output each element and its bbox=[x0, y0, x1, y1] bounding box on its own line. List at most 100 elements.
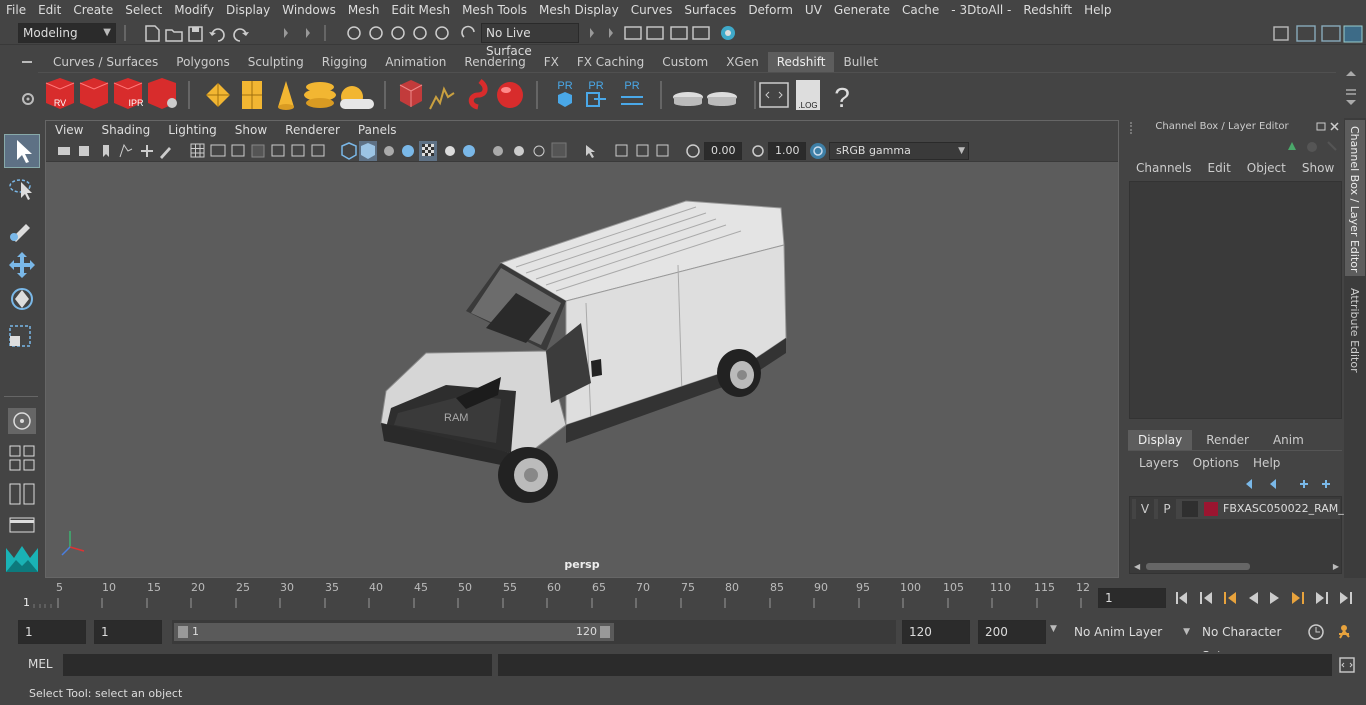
menu-edit[interactable]: Edit bbox=[32, 0, 67, 20]
tab-rigging[interactable]: Rigging bbox=[313, 52, 376, 72]
animation-preferences-icon[interactable] bbox=[1339, 625, 1350, 639]
wireframe-on-shaded-icon[interactable] bbox=[384, 146, 394, 156]
snap-point-icon[interactable] bbox=[391, 26, 405, 40]
volume-icon[interactable] bbox=[429, 86, 455, 110]
layer-menu-options[interactable]: Options bbox=[1193, 456, 1253, 470]
time-slider[interactable]: 5 10 15 20 25 30 35 40 45 50 55 60 65 70… bbox=[18, 580, 1092, 612]
layer-menu-layers[interactable]: Layers bbox=[1139, 456, 1193, 470]
render-frame-icon[interactable] bbox=[624, 26, 642, 40]
auto-key-icon[interactable] bbox=[1308, 624, 1324, 640]
tab-render[interactable]: Render bbox=[1192, 430, 1263, 450]
tab-attribute-editor-vertical[interactable]: Attribute Editor bbox=[1345, 282, 1365, 382]
safe-action-icon[interactable] bbox=[291, 144, 305, 157]
paint-select-icon[interactable] bbox=[10, 224, 30, 242]
outliner-layout-icon[interactable] bbox=[9, 483, 35, 505]
exposure-icon[interactable] bbox=[686, 144, 700, 158]
menu-windows[interactable]: Windows bbox=[276, 0, 342, 20]
snap-view-plane-icon[interactable] bbox=[435, 26, 449, 40]
anti-aliasing-icon[interactable] bbox=[514, 146, 524, 156]
color-management-icon[interactable] bbox=[808, 141, 828, 161]
vp-menu-panels[interactable]: Panels bbox=[349, 121, 406, 140]
depth-of-field-icon[interactable] bbox=[533, 145, 545, 157]
pr-import-icon[interactable]: PR bbox=[586, 80, 606, 107]
menu-select[interactable]: Select bbox=[119, 0, 168, 20]
menu-3dtoall[interactable]: - 3DtoAll - bbox=[945, 0, 1017, 20]
layer-list-scrollbar[interactable]: ◀ ▶ bbox=[1132, 561, 1339, 571]
color-space-dropdown[interactable]: sRGB gamma ▼ bbox=[829, 142, 969, 160]
xray-icon[interactable] bbox=[586, 145, 595, 158]
rotate-tool-icon[interactable] bbox=[11, 288, 33, 310]
four-view-layout-icon[interactable] bbox=[9, 445, 35, 471]
snap-curve-icon[interactable] bbox=[369, 26, 383, 40]
tab-fx-caching[interactable]: FX Caching bbox=[568, 52, 653, 72]
tab-animation[interactable]: Animation bbox=[376, 52, 455, 72]
render-settings-icon[interactable] bbox=[692, 26, 710, 40]
snap-projected-icon[interactable] bbox=[413, 26, 427, 40]
2d-pan-zoom-icon[interactable] bbox=[141, 145, 153, 157]
range-slider[interactable]: 1 120 bbox=[172, 620, 896, 644]
layer-playback-toggle[interactable]: P bbox=[1158, 499, 1176, 519]
gamma-icon[interactable] bbox=[752, 145, 764, 157]
make-live-icon[interactable] bbox=[460, 25, 480, 41]
anim-layer-dropdown[interactable]: No Anim Layer ▼ bbox=[1066, 620, 1194, 644]
menu-create[interactable]: Create bbox=[67, 0, 119, 20]
menu-file[interactable]: File bbox=[0, 0, 32, 20]
bookmark-icon[interactable] bbox=[103, 145, 109, 157]
snap-grid-icon[interactable] bbox=[347, 26, 361, 40]
mel-label[interactable]: MEL bbox=[28, 657, 53, 671]
spot-light-icon[interactable] bbox=[278, 81, 294, 110]
channel-list[interactable] bbox=[1129, 181, 1342, 419]
hair-curve-icon[interactable] bbox=[468, 79, 488, 110]
redo-icon[interactable] bbox=[233, 28, 249, 42]
menu-modify[interactable]: Modify bbox=[168, 0, 220, 20]
tab-custom[interactable]: Custom bbox=[653, 52, 717, 72]
gamma-field[interactable]: 1.00 bbox=[768, 142, 806, 160]
tab-anim[interactable]: Anim bbox=[1263, 430, 1314, 450]
portal-light-icon[interactable] bbox=[242, 81, 262, 109]
menu-uv[interactable]: UV bbox=[799, 0, 828, 20]
menu-redshift[interactable]: Redshift bbox=[1017, 0, 1078, 20]
ies-light-icon[interactable] bbox=[304, 82, 336, 108]
vp-menu-view[interactable]: View bbox=[46, 121, 92, 140]
lasso-tool-icon[interactable] bbox=[9, 179, 32, 200]
layer-menu-help[interactable]: Help bbox=[1253, 456, 1280, 470]
layout-single-icon[interactable] bbox=[1273, 26, 1289, 41]
xray-active-icon[interactable] bbox=[636, 144, 649, 157]
isolate-select-icon[interactable] bbox=[551, 142, 567, 158]
ipr-render-icon[interactable]: IPR bbox=[113, 78, 144, 109]
speed-icon[interactable] bbox=[1307, 142, 1317, 152]
resolution-gate-icon[interactable] bbox=[231, 144, 245, 157]
layout-tool-settings-icon[interactable] bbox=[1343, 25, 1363, 43]
menu-deform[interactable]: Deform bbox=[742, 0, 799, 20]
range-slider-handle[interactable]: 1 120 bbox=[174, 623, 614, 641]
step-back-key-icon[interactable] bbox=[1200, 592, 1212, 604]
shelf-scroll[interactable] bbox=[1343, 70, 1359, 110]
tab-bullet[interactable]: Bullet bbox=[834, 52, 887, 72]
command-input[interactable] bbox=[63, 654, 492, 676]
vp-menu-renderer[interactable]: Renderer bbox=[276, 121, 349, 140]
move-layer-up-icon[interactable] bbox=[1246, 479, 1252, 489]
tab-channel-box-vertical[interactable]: Channel Box / Layer Editor bbox=[1345, 120, 1365, 276]
cb-menu-channels[interactable]: Channels bbox=[1136, 161, 1208, 175]
step-forward-key-icon[interactable] bbox=[1316, 592, 1328, 604]
go-to-end-icon[interactable] bbox=[1340, 592, 1352, 604]
log-file-icon[interactable]: .LOG bbox=[796, 80, 820, 110]
grid-toggle-icon[interactable] bbox=[190, 143, 205, 158]
layer-visibility-toggle[interactable]: V bbox=[1136, 499, 1154, 519]
vp-menu-show[interactable]: Show bbox=[226, 121, 276, 140]
live-surface-field[interactable]: No Live Surface bbox=[481, 23, 579, 58]
menu-display[interactable]: Display bbox=[220, 0, 276, 20]
bake-options-icon[interactable] bbox=[707, 92, 737, 106]
tab-curves-surfaces[interactable]: Curves / Surfaces bbox=[44, 52, 167, 72]
play-backwards-icon[interactable] bbox=[1249, 592, 1258, 604]
character-set-dropdown[interactable]: No Character Set bbox=[1196, 620, 1300, 663]
menu-edit-mesh[interactable]: Edit Mesh bbox=[385, 0, 456, 20]
pr-swap-icon[interactable]: PR bbox=[621, 80, 643, 105]
scale-tool-icon[interactable] bbox=[9, 325, 31, 347]
tab-display[interactable]: Display bbox=[1128, 430, 1193, 450]
move-layer-down-icon[interactable] bbox=[1270, 479, 1276, 489]
cb-menu-edit[interactable]: Edit bbox=[1208, 161, 1247, 175]
scene-start-field[interactable]: 1 bbox=[18, 620, 86, 644]
camera-attributes-icon[interactable] bbox=[79, 146, 89, 156]
cb-menu-show[interactable]: Show bbox=[1302, 161, 1334, 175]
